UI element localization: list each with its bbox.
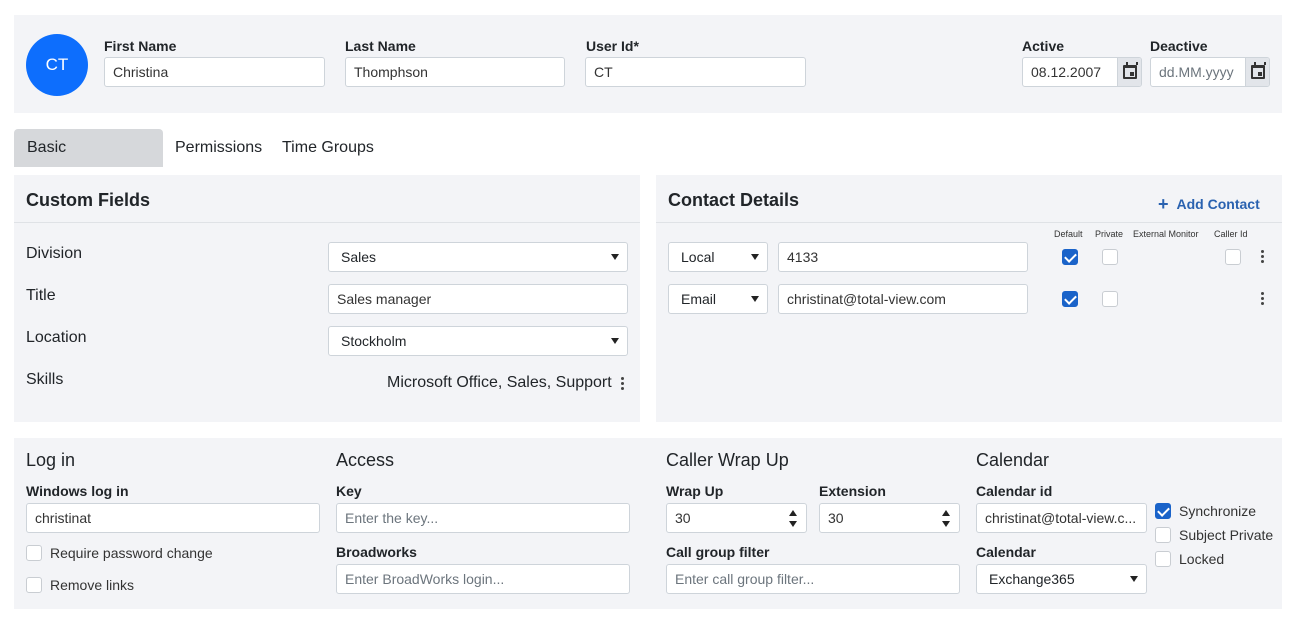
broadworks-input[interactable]: Enter BroadWorks login... bbox=[336, 564, 630, 594]
first-name-label: First Name bbox=[104, 38, 177, 54]
deactive-date-input[interactable]: dd.MM.yyyy bbox=[1150, 57, 1270, 87]
user-id-input[interactable]: CT bbox=[585, 57, 806, 87]
contact-caller-id-checkbox[interactable] bbox=[1225, 249, 1241, 265]
calendar-title: Calendar bbox=[976, 450, 1050, 470]
division-select[interactable]: Sales bbox=[328, 242, 628, 272]
subject-private-label: Subject Private bbox=[1179, 527, 1274, 543]
chevron-down-icon bbox=[1130, 576, 1138, 582]
calendar-icon bbox=[1251, 62, 1266, 79]
contact-more-icon[interactable] bbox=[1261, 250, 1265, 264]
contact-value-input[interactable]: 4133 bbox=[778, 242, 1028, 272]
arrow-down-icon[interactable] bbox=[942, 521, 950, 527]
contact-details-title: Contact Details bbox=[668, 190, 800, 210]
require-password-label: Require password change bbox=[50, 545, 213, 561]
wrap-up-label: Wrap Up bbox=[666, 483, 724, 499]
col-caller-id-header: Caller Id bbox=[1214, 229, 1248, 239]
subject-private-checkbox[interactable] bbox=[1155, 527, 1171, 543]
location-value: Stockholm bbox=[341, 333, 407, 349]
active-date-input[interactable]: 08.12.2007 bbox=[1022, 57, 1142, 87]
skills-more-icon[interactable] bbox=[621, 377, 625, 391]
plus-icon: + bbox=[1158, 194, 1169, 214]
chevron-down-icon bbox=[751, 254, 759, 260]
location-select[interactable]: Stockholm bbox=[328, 326, 628, 356]
caller-wrap-up-title: Caller Wrap Up bbox=[666, 450, 789, 470]
contact-default-checkbox[interactable] bbox=[1062, 291, 1078, 307]
deactive-label: Deactive bbox=[1150, 38, 1208, 54]
skills-label: Skills bbox=[26, 371, 64, 388]
locked-checkbox[interactable] bbox=[1155, 551, 1171, 567]
tab-time-groups[interactable]: Time Groups bbox=[269, 129, 387, 167]
locked-label: Locked bbox=[1179, 551, 1225, 567]
custom-fields-divider bbox=[14, 222, 640, 223]
extension-spin-buttons[interactable] bbox=[933, 504, 959, 532]
windows-login-label: Windows log in bbox=[26, 483, 129, 499]
calendar-select[interactable]: Exchange365 bbox=[976, 564, 1147, 594]
contact-details-divider bbox=[656, 222, 1282, 223]
active-date-picker-button[interactable] bbox=[1117, 58, 1141, 86]
calendar-value: Exchange365 bbox=[989, 571, 1075, 587]
active-date-value: 08.12.2007 bbox=[1031, 64, 1102, 80]
calendar-label: Calendar bbox=[976, 544, 1036, 560]
extension-stepper[interactable]: 30 bbox=[819, 503, 960, 533]
location-label: Location bbox=[26, 329, 87, 346]
avatar: CT bbox=[26, 34, 88, 96]
add-contact-label: Add Contact bbox=[1176, 196, 1260, 212]
chevron-down-icon bbox=[751, 296, 759, 302]
col-external-monitor-header: External Monitor bbox=[1133, 229, 1199, 239]
deactive-date-placeholder: dd.MM.yyyy bbox=[1159, 64, 1234, 80]
deactive-date-picker-button[interactable] bbox=[1245, 58, 1269, 86]
contact-more-icon[interactable] bbox=[1261, 292, 1265, 306]
login-title: Log in bbox=[26, 450, 76, 470]
tab-permissions[interactable]: Permissions bbox=[162, 129, 275, 167]
extension-label: Extension bbox=[819, 483, 886, 499]
last-name-label: Last Name bbox=[345, 38, 416, 54]
calendar-icon bbox=[1123, 62, 1138, 79]
remove-links-label: Remove links bbox=[50, 577, 135, 593]
title-input[interactable]: Sales manager bbox=[328, 284, 628, 314]
access-title: Access bbox=[336, 450, 395, 470]
wrap-up-spin-buttons[interactable] bbox=[780, 504, 806, 532]
windows-login-input[interactable]: christinat bbox=[26, 503, 320, 533]
calendar-id-label: Calendar id bbox=[976, 483, 1053, 499]
remove-links-checkbox[interactable] bbox=[26, 577, 42, 593]
contact-type-value: Email bbox=[681, 291, 717, 307]
title-label: Title bbox=[26, 287, 56, 304]
key-input[interactable]: Enter the key... bbox=[336, 503, 630, 533]
require-password-checkbox[interactable] bbox=[26, 545, 42, 561]
extension-value: 30 bbox=[828, 510, 844, 526]
division-value: Sales bbox=[341, 249, 377, 265]
wrap-up-value: 30 bbox=[675, 510, 691, 526]
col-private-header: Private bbox=[1095, 229, 1124, 239]
contact-type-value: Local bbox=[681, 249, 715, 265]
wrap-up-stepper[interactable]: 30 bbox=[666, 503, 807, 533]
col-default-header: Default bbox=[1054, 229, 1083, 239]
active-label: Active bbox=[1022, 38, 1065, 54]
key-label: Key bbox=[336, 483, 362, 499]
broadworks-label: Broadworks bbox=[336, 544, 417, 560]
skills-value: Microsoft Office, Sales, Support bbox=[387, 374, 612, 391]
arrow-up-icon[interactable] bbox=[942, 510, 950, 516]
call-group-filter-label: Call group filter bbox=[666, 544, 770, 560]
contact-value-input[interactable]: christinat@total-view.com bbox=[778, 284, 1028, 314]
arrow-down-icon[interactable] bbox=[789, 521, 797, 527]
synchronize-checkbox[interactable] bbox=[1155, 503, 1171, 519]
add-contact-button[interactable]: + Add Contact bbox=[1158, 193, 1260, 214]
contact-type-select[interactable]: Local bbox=[668, 242, 768, 272]
first-name-input[interactable]: Christina bbox=[104, 57, 325, 87]
contact-private-checkbox[interactable] bbox=[1102, 291, 1118, 307]
contact-default-checkbox[interactable] bbox=[1062, 249, 1078, 265]
contact-private-checkbox[interactable] bbox=[1102, 249, 1118, 265]
contact-type-select[interactable]: Email bbox=[668, 284, 768, 314]
call-group-filter-input[interactable]: Enter call group filter... bbox=[666, 564, 960, 594]
calendar-id-input[interactable]: christinat@total-view.c... bbox=[976, 503, 1147, 533]
tab-basic-information[interactable]: Basic Information bbox=[14, 129, 163, 194]
division-label: Division bbox=[26, 245, 83, 262]
chevron-down-icon bbox=[611, 338, 619, 344]
chevron-down-icon bbox=[611, 254, 619, 260]
synchronize-label: Synchronize bbox=[1179, 503, 1257, 519]
last-name-input[interactable]: Thomphson bbox=[345, 57, 565, 87]
user-id-label: User Id* bbox=[586, 38, 639, 54]
custom-fields-title: Custom Fields bbox=[26, 190, 151, 210]
arrow-up-icon[interactable] bbox=[789, 510, 797, 516]
